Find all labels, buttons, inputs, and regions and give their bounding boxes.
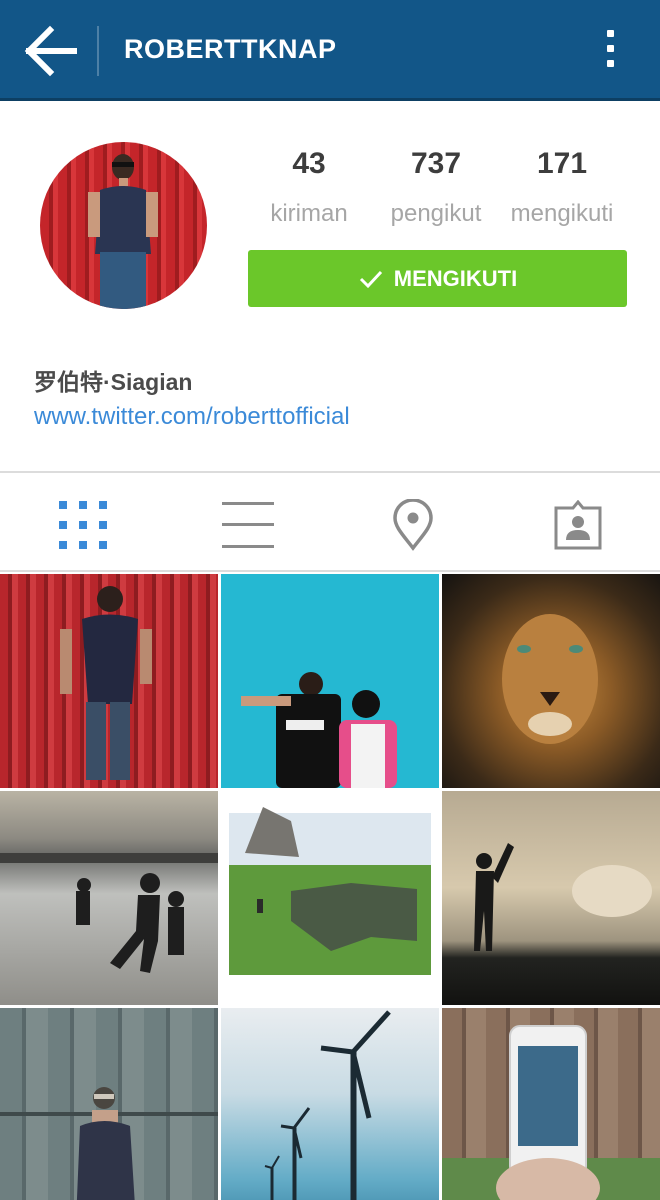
more-vertical-icon bbox=[596, 30, 624, 67]
grid-photo[interactable] bbox=[442, 791, 660, 1005]
tabs-divider bbox=[0, 570, 660, 572]
grid-icon bbox=[58, 501, 107, 549]
profile-website-link[interactable]: www.twitter.com/roberttofficial bbox=[34, 403, 350, 431]
list-icon bbox=[221, 502, 274, 548]
following-stat[interactable]: 171 mengikuti bbox=[499, 144, 625, 228]
grid-photo[interactable] bbox=[221, 574, 439, 788]
followers-count: 737 bbox=[410, 147, 462, 180]
posts-stat[interactable]: 43 kiriman bbox=[246, 144, 372, 228]
photo-man-red-wall bbox=[60, 586, 152, 780]
grid-photo[interactable] bbox=[442, 574, 660, 788]
following-count: 171 bbox=[536, 147, 588, 180]
following-button[interactable]: MENGIKUTI bbox=[248, 250, 627, 307]
more-options-button[interactable] bbox=[596, 26, 624, 78]
arrow-left-icon bbox=[24, 25, 77, 77]
photo-silhouette-sky bbox=[474, 843, 652, 951]
photo-grid bbox=[0, 574, 660, 1200]
tab-photo-map[interactable] bbox=[330, 498, 495, 552]
grid-photo[interactable] bbox=[221, 791, 439, 1005]
grid-photo[interactable] bbox=[0, 574, 218, 788]
avatar[interactable] bbox=[40, 142, 207, 309]
app-bar-divider bbox=[97, 26, 99, 76]
grid-photo[interactable] bbox=[442, 1008, 660, 1200]
tab-grid-view[interactable] bbox=[0, 498, 165, 552]
following-button-label: MENGIKUTI bbox=[393, 265, 518, 291]
photo-couple-blue-wall bbox=[241, 672, 397, 788]
photo-beach-silhouettes bbox=[0, 853, 218, 973]
grid-photo[interactable] bbox=[0, 791, 218, 1005]
tab-photos-of-you[interactable] bbox=[495, 498, 660, 552]
photo-lion bbox=[502, 614, 598, 744]
tagged-person-icon bbox=[554, 500, 601, 550]
followers-stat[interactable]: 737 pengikut bbox=[373, 144, 499, 228]
check-icon bbox=[359, 270, 382, 288]
tab-list-view[interactable] bbox=[165, 498, 330, 552]
app-bar: ROBERTTKNAP bbox=[0, 0, 660, 101]
grid-photo[interactable] bbox=[0, 1008, 218, 1200]
grid-photo[interactable] bbox=[221, 1008, 439, 1200]
posts-count: 43 bbox=[292, 147, 326, 180]
back-button[interactable] bbox=[18, 24, 80, 78]
following-label: mengikuti bbox=[510, 200, 614, 227]
page-title: ROBERTTKNAP bbox=[124, 34, 337, 64]
photo-wind-turbines bbox=[264, 1010, 391, 1200]
photo-man-wood-wall bbox=[0, 1087, 218, 1200]
location-pin-icon bbox=[392, 499, 433, 551]
photo-green-hill bbox=[229, 807, 431, 975]
section-divider bbox=[0, 471, 660, 473]
posts-label: kiriman bbox=[270, 200, 348, 227]
profile-full-name: 罗伯特·Siagian bbox=[34, 369, 193, 395]
avatar-photo bbox=[88, 154, 158, 309]
photo-phone-in-hand bbox=[442, 1025, 660, 1200]
followers-label: pengikut bbox=[390, 200, 482, 227]
